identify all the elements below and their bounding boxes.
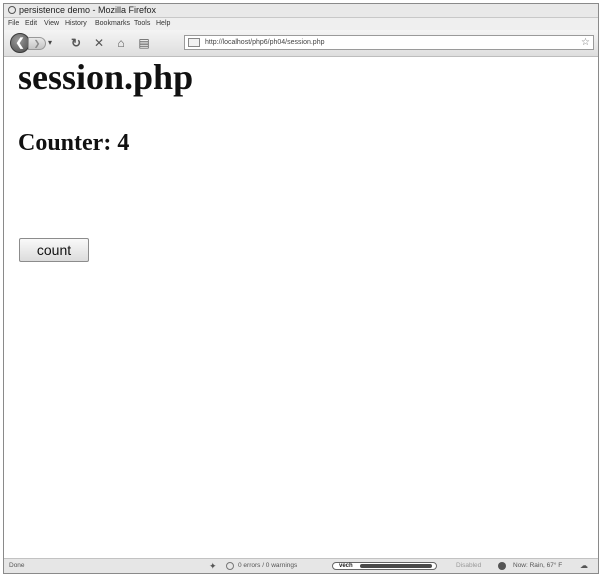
history-dropdown-icon[interactable]: ▾ xyxy=(48,38,52,47)
error-count[interactable]: 0 errors / 0 warnings xyxy=(238,559,297,573)
status-bar: Done ✦ 0 errors / 0 warnings vech Disabl… xyxy=(4,558,598,573)
title-bar: persistence demo - Mozilla Firefox xyxy=(4,4,598,18)
vech-label: vech xyxy=(339,563,353,569)
counter-heading: Counter: 4 xyxy=(18,130,130,156)
menu-tools[interactable]: Tools xyxy=(134,18,150,30)
menu-bar: File Edit View History Bookmarks Tools H… xyxy=(4,18,598,30)
vech-meter xyxy=(360,564,432,568)
home-icon[interactable]: ⌂ xyxy=(114,36,128,50)
browser-window: persistence demo - Mozilla Firefox File … xyxy=(3,3,599,574)
count-button[interactable]: count xyxy=(19,238,89,262)
bookmark-star-icon[interactable]: ☆ xyxy=(581,36,590,49)
menu-bookmarks[interactable]: Bookmarks xyxy=(95,18,130,30)
url-text[interactable]: http://localhost/php6/ph04/session.php xyxy=(205,36,324,49)
page-title: session.php xyxy=(18,57,194,97)
weather-globe-icon[interactable] xyxy=(498,562,506,570)
forward-button[interactable]: ❯ xyxy=(28,37,46,50)
cloud-icon[interactable]: ☁ xyxy=(580,559,588,573)
back-button[interactable]: ❮ xyxy=(10,33,30,53)
weather-text[interactable]: Now: Rain, 67° F xyxy=(513,559,562,573)
stop-icon[interactable]: ✕ xyxy=(92,36,106,50)
menu-history[interactable]: History xyxy=(65,18,87,30)
menu-help[interactable]: Help xyxy=(156,18,170,30)
error-console-icon[interactable] xyxy=(226,562,234,570)
bookmark-page-icon[interactable]: ▤ xyxy=(137,36,151,50)
site-identity-icon[interactable] xyxy=(188,38,200,47)
status-text: Done xyxy=(9,562,25,569)
reload-icon[interactable]: ↻ xyxy=(69,36,83,50)
menu-edit[interactable]: Edit xyxy=(25,18,37,30)
firefox-icon xyxy=(8,6,16,14)
vech-toolbar[interactable]: vech xyxy=(332,562,437,570)
menu-view[interactable]: View xyxy=(44,18,59,30)
url-bar[interactable]: http://localhost/php6/ph04/session.php ☆ xyxy=(184,35,594,50)
menu-file[interactable]: File xyxy=(8,18,19,30)
addon-icon[interactable]: ✦ xyxy=(209,559,217,573)
disabled-label[interactable]: Disabled xyxy=(456,559,481,573)
window-title: persistence demo - Mozilla Firefox xyxy=(19,5,157,15)
navigation-toolbar: ❮ ❯ ▾ ↻ ✕ ⌂ ▤ http://localhost/php6/ph04… xyxy=(4,30,598,57)
